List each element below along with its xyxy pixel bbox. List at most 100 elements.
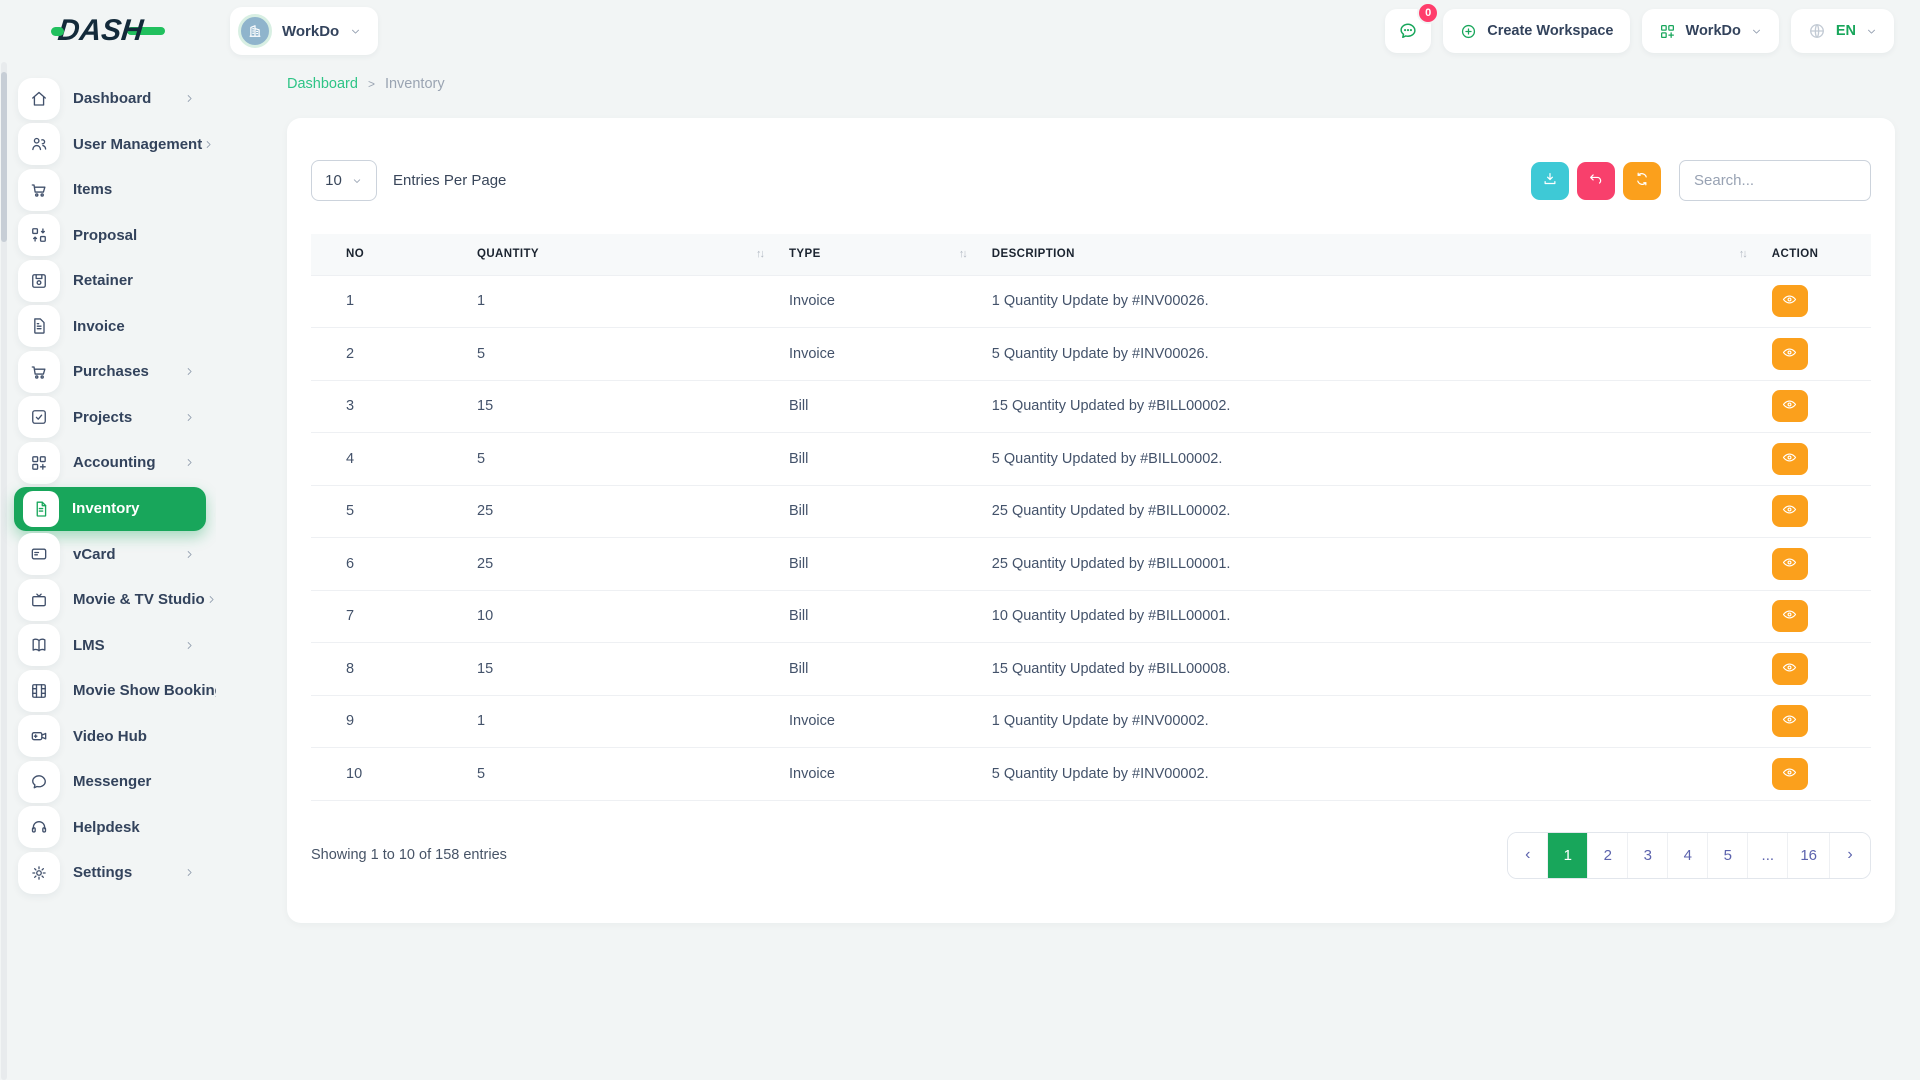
refresh-button[interactable] bbox=[1623, 161, 1661, 200]
cell-quantity: 25 bbox=[467, 485, 779, 538]
sidebar-item-accounting[interactable]: Accounting bbox=[14, 440, 206, 486]
chevron-down-icon bbox=[1865, 25, 1878, 38]
view-button[interactable] bbox=[1771, 390, 1808, 423]
cell-description: 25 Quantity Updated by #BILL00001. bbox=[981, 537, 1762, 591]
eye-icon bbox=[1781, 291, 1798, 311]
brand-name: DASH bbox=[56, 14, 145, 47]
cell-description: 25 Quantity Updated by #BILL00002. bbox=[981, 485, 1762, 538]
chevron-right-icon bbox=[183, 411, 196, 424]
sidebar-item-video-hub[interactable]: Video Hub bbox=[14, 714, 206, 760]
view-button[interactable] bbox=[1771, 652, 1808, 685]
sidebar-item-lms[interactable]: LMS bbox=[14, 623, 206, 669]
view-button[interactable] bbox=[1771, 757, 1808, 790]
sidebar-item-movie-tv-studio[interactable]: Movie & TV Studio bbox=[14, 577, 214, 623]
card-icon bbox=[18, 533, 60, 576]
sidebar-item-proposal[interactable]: Proposal bbox=[14, 213, 206, 259]
sort-icon: ↑↓ bbox=[958, 248, 968, 261]
eye-icon bbox=[1781, 554, 1798, 574]
page-button-4[interactable]: 4 bbox=[1668, 832, 1709, 878]
chevron-down-icon bbox=[349, 25, 362, 38]
page-button-2[interactable]: 2 bbox=[1588, 832, 1629, 878]
view-button[interactable] bbox=[1771, 442, 1808, 475]
page-button-5[interactable]: 5 bbox=[1708, 832, 1749, 878]
download-icon bbox=[1541, 170, 1559, 191]
pagination: ‹ 1 2 3 4 5... 16 › bbox=[1507, 831, 1871, 879]
sidebar-item-items[interactable]: Items bbox=[14, 167, 206, 213]
film-icon bbox=[18, 669, 60, 712]
workspace-switcher-button[interactable]: WorkDo bbox=[1641, 9, 1779, 53]
table-row: 9 1 Invoice 1 Quantity Update by #INV000… bbox=[311, 695, 1871, 748]
column-header-description[interactable]: DESCRIPTION ↑↓ bbox=[981, 234, 1762, 275]
view-button[interactable] bbox=[1771, 337, 1808, 370]
table-row: 5 25 Bill 25 Quantity Updated by #BILL00… bbox=[311, 485, 1871, 538]
sidebar-item-projects[interactable]: Projects bbox=[14, 395, 206, 441]
headset-icon bbox=[18, 806, 60, 849]
sidebar-item-settings[interactable]: Settings bbox=[14, 850, 206, 896]
sidebar-item-user-management[interactable]: User Management bbox=[14, 122, 211, 168]
sidebar-item-dashboard[interactable]: Dashboard bbox=[14, 76, 206, 122]
cell-type: Invoice bbox=[779, 747, 982, 801]
home-icon bbox=[18, 77, 60, 120]
cart-icon bbox=[18, 168, 60, 211]
messages-button[interactable]: 0 bbox=[1385, 2, 1440, 53]
cell-description: 5 Quantity Update by #INV00002. bbox=[981, 747, 1762, 801]
table-row: 6 25 Bill 25 Quantity Updated by #BILL00… bbox=[311, 537, 1871, 591]
view-button[interactable] bbox=[1771, 705, 1808, 738]
sidebar-item-messenger[interactable]: Messenger bbox=[14, 759, 206, 805]
chevron-right-icon bbox=[183, 456, 196, 469]
sidebar-item-helpdesk[interactable]: Helpdesk bbox=[14, 805, 206, 851]
breadcrumb-dashboard-link[interactable]: Dashboard bbox=[287, 76, 358, 92]
cell-type: Bill bbox=[779, 432, 982, 486]
sidebar-item-inventory[interactable]: Inventory bbox=[14, 486, 206, 531]
column-header-quantity[interactable]: QUANTITY ↑↓ bbox=[467, 234, 779, 275]
breadcrumb-current: Inventory bbox=[384, 76, 445, 92]
column-header-no: NO bbox=[311, 234, 467, 275]
language-selector-button[interactable]: EN bbox=[1790, 9, 1894, 53]
cell-quantity: 10 bbox=[467, 590, 779, 643]
page-button-3[interactable]: 3 bbox=[1628, 832, 1669, 878]
cell-type: Invoice bbox=[779, 274, 982, 328]
sidebar-item-retainer[interactable]: Retainer bbox=[14, 258, 206, 304]
view-button[interactable] bbox=[1771, 285, 1808, 318]
sort-icon: ↑↓ bbox=[756, 248, 765, 261]
save-icon bbox=[18, 259, 60, 302]
download-button[interactable] bbox=[1531, 161, 1569, 200]
cell-no: 3 bbox=[311, 380, 467, 433]
page-button-16[interactable]: 16 bbox=[1788, 832, 1830, 878]
entries-per-page-select[interactable]: 10 bbox=[311, 160, 377, 201]
column-header-type[interactable]: TYPE ↑↓ bbox=[779, 234, 982, 275]
create-workspace-label: Create Workspace bbox=[1487, 23, 1614, 39]
chevron-down-icon bbox=[351, 175, 363, 187]
view-button[interactable] bbox=[1771, 600, 1808, 633]
create-workspace-button[interactable]: Create Workspace bbox=[1443, 9, 1630, 53]
view-button[interactable] bbox=[1771, 547, 1808, 580]
sidebar-item-vcard[interactable]: vCard bbox=[14, 532, 206, 578]
cell-no: 6 bbox=[311, 537, 467, 591]
breadcrumb: Dashboard > Inventory bbox=[287, 76, 1895, 92]
cell-description: 10 Quantity Updated by #BILL00001. bbox=[981, 590, 1762, 643]
cell-type: Invoice bbox=[779, 695, 982, 748]
workspace-pill[interactable]: WorkDo bbox=[230, 7, 379, 55]
search-input[interactable] bbox=[1679, 160, 1871, 201]
cell-no: 5 bbox=[311, 485, 467, 538]
sidebar-item-purchases[interactable]: Purchases bbox=[14, 349, 206, 395]
pagination-ellipsis[interactable]: ... bbox=[1748, 832, 1789, 878]
undo-button[interactable] bbox=[1577, 161, 1615, 200]
cell-description: 5 Quantity Updated by #BILL00002. bbox=[981, 432, 1762, 486]
tv-icon bbox=[18, 578, 60, 621]
sidebar-item-movie-show-booking[interactable]: Movie Show Booking bbox=[14, 668, 216, 714]
main-content: Manage Inventory Dashboard > Inventory 1… bbox=[216, 0, 1920, 923]
users-icon bbox=[18, 123, 60, 166]
language-label: EN bbox=[1835, 23, 1856, 39]
pagination-prev-button[interactable]: ‹ bbox=[1508, 832, 1549, 878]
sidebar-scrollbar-thumb[interactable] bbox=[1, 72, 7, 242]
column-label: QUANTITY bbox=[477, 248, 539, 261]
page-button-1[interactable]: 1 bbox=[1548, 832, 1589, 878]
pagination-next-button[interactable]: › bbox=[1830, 832, 1870, 878]
cell-type: Bill bbox=[779, 537, 982, 591]
cell-description: 5 Quantity Update by #INV00026. bbox=[981, 327, 1762, 381]
invoice-icon bbox=[18, 305, 60, 348]
grid-plus-icon bbox=[1658, 22, 1677, 41]
sidebar-item-invoice[interactable]: Invoice bbox=[14, 304, 206, 350]
view-button[interactable] bbox=[1771, 495, 1808, 528]
